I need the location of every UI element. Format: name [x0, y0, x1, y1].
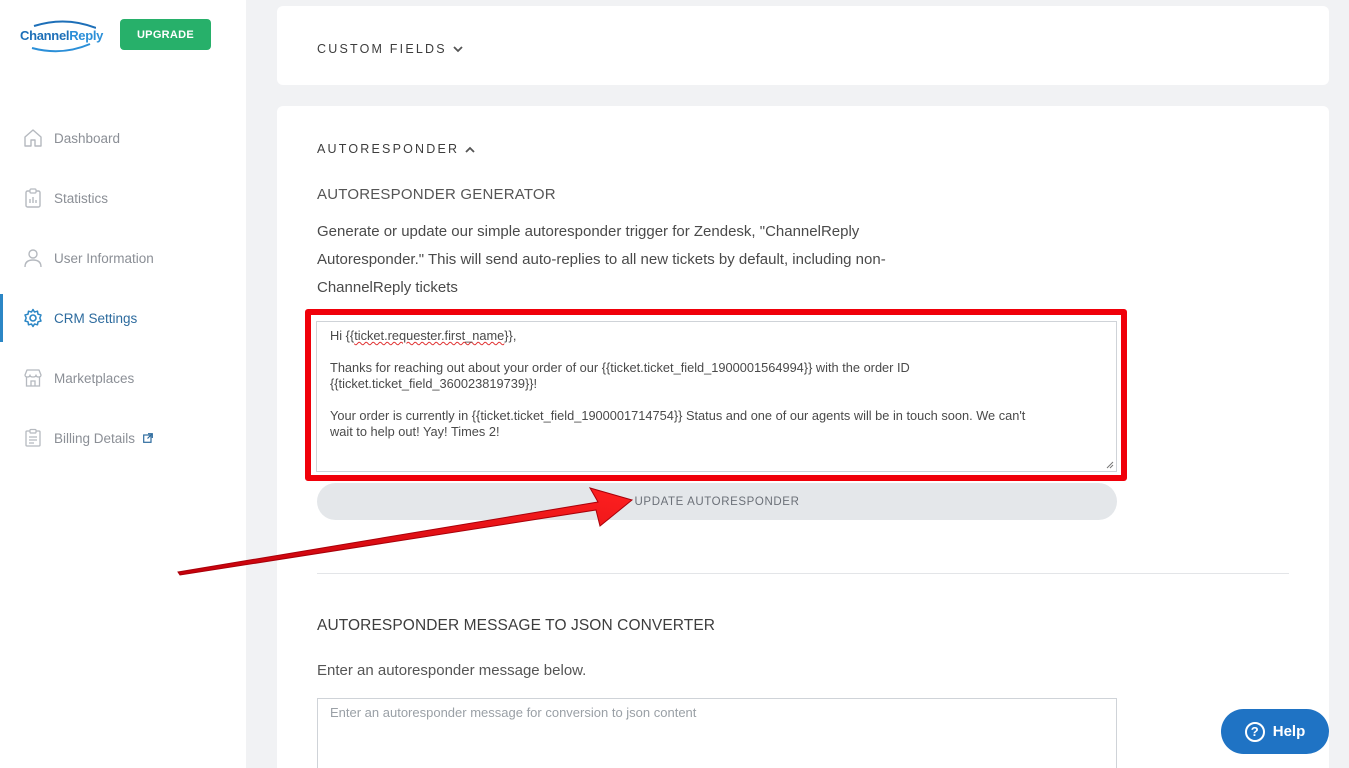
sidebar-item-dashboard[interactable]: Dashboard — [0, 108, 246, 168]
converter-textarea[interactable]: Enter an autoresponder message for conve… — [317, 698, 1117, 768]
sidebar: ChannelReply UPGRADE Dashboard Statistic… — [0, 0, 246, 768]
message-line: Thanks for reaching out about your order… — [330, 360, 910, 375]
user-icon — [22, 247, 44, 269]
update-autoresponder-button[interactable]: UPDATE AUTORESPONDER — [317, 483, 1117, 520]
converter-heading: AUTORESPONDER MESSAGE TO JSON CONVERTER — [317, 617, 716, 634]
sidebar-nav: Dashboard Statistics User Information CR… — [0, 108, 246, 468]
message-line: {{ticket.ticket_field_360023819739}}! — [330, 376, 538, 391]
upgrade-button[interactable]: UPGRADE — [120, 19, 211, 50]
autoresponder-card: AUTORESPONDER AUTORESPONDER GENERATOR Ge… — [277, 106, 1329, 768]
help-button[interactable]: ? Help — [1221, 709, 1329, 754]
external-link-icon — [143, 433, 153, 443]
custom-fields-title: CUSTOM FIELDS — [317, 42, 447, 56]
sidebar-item-label: Dashboard — [54, 130, 121, 146]
sidebar-item-statistics[interactable]: Statistics — [0, 168, 246, 228]
home-icon — [22, 127, 44, 149]
section-divider — [317, 573, 1289, 574]
help-label: Help — [1272, 723, 1306, 740]
sidebar-item-label: User Information — [54, 250, 154, 266]
logo-text: ChannelReply — [20, 28, 104, 43]
converter-label: Enter an autoresponder message below. — [317, 662, 587, 679]
sidebar-item-label: Marketplaces — [54, 370, 135, 386]
generator-heading: AUTORESPONDER GENERATOR — [317, 186, 556, 203]
chevron-up-icon — [465, 146, 475, 153]
sidebar-item-billing-details[interactable]: Billing Details — [0, 408, 246, 468]
custom-fields-toggle[interactable]: CUSTOM FIELDS — [317, 42, 463, 56]
message-line: Hi {{ticket.requester.first_name}}, — [330, 328, 517, 343]
message-line: wait to help out! Yay! Times 2! — [330, 424, 500, 439]
sidebar-item-user-information[interactable]: User Information — [0, 228, 246, 288]
question-icon: ? — [1244, 721, 1265, 742]
chevron-down-icon — [453, 45, 463, 52]
store-icon — [22, 367, 44, 389]
receipt-icon — [22, 427, 44, 449]
autoresponder-message-textarea[interactable]: Hi {{ticket.requester.first_name}}, Than… — [316, 321, 1117, 472]
custom-fields-card: CUSTOM FIELDS — [277, 6, 1329, 85]
sidebar-item-crm-settings[interactable]: CRM Settings — [0, 288, 246, 348]
resize-handle-icon[interactable] — [1105, 460, 1114, 469]
description-line: ChannelReply tickets — [317, 279, 458, 296]
sidebar-item-label: Billing Details — [54, 430, 136, 446]
clipboard-chart-icon — [22, 187, 44, 209]
description-line: Autoresponder." This will send auto-repl… — [317, 251, 886, 268]
autoresponder-toggle[interactable]: AUTORESPONDER — [317, 142, 475, 156]
description-line: Generate or update our simple autorespon… — [317, 223, 860, 240]
sidebar-item-marketplaces[interactable]: Marketplaces — [0, 348, 246, 408]
gear-icon — [22, 307, 44, 329]
channelreply-logo[interactable]: ChannelReply — [20, 18, 104, 54]
generator-description: Generate or update our simple autorespon… — [317, 218, 977, 302]
sidebar-item-label: Statistics — [54, 190, 109, 206]
sidebar-item-label: CRM Settings — [54, 310, 138, 326]
message-line: Your order is currently in {{ticket.tick… — [330, 408, 1026, 423]
autoresponder-title: AUTORESPONDER — [317, 142, 460, 156]
